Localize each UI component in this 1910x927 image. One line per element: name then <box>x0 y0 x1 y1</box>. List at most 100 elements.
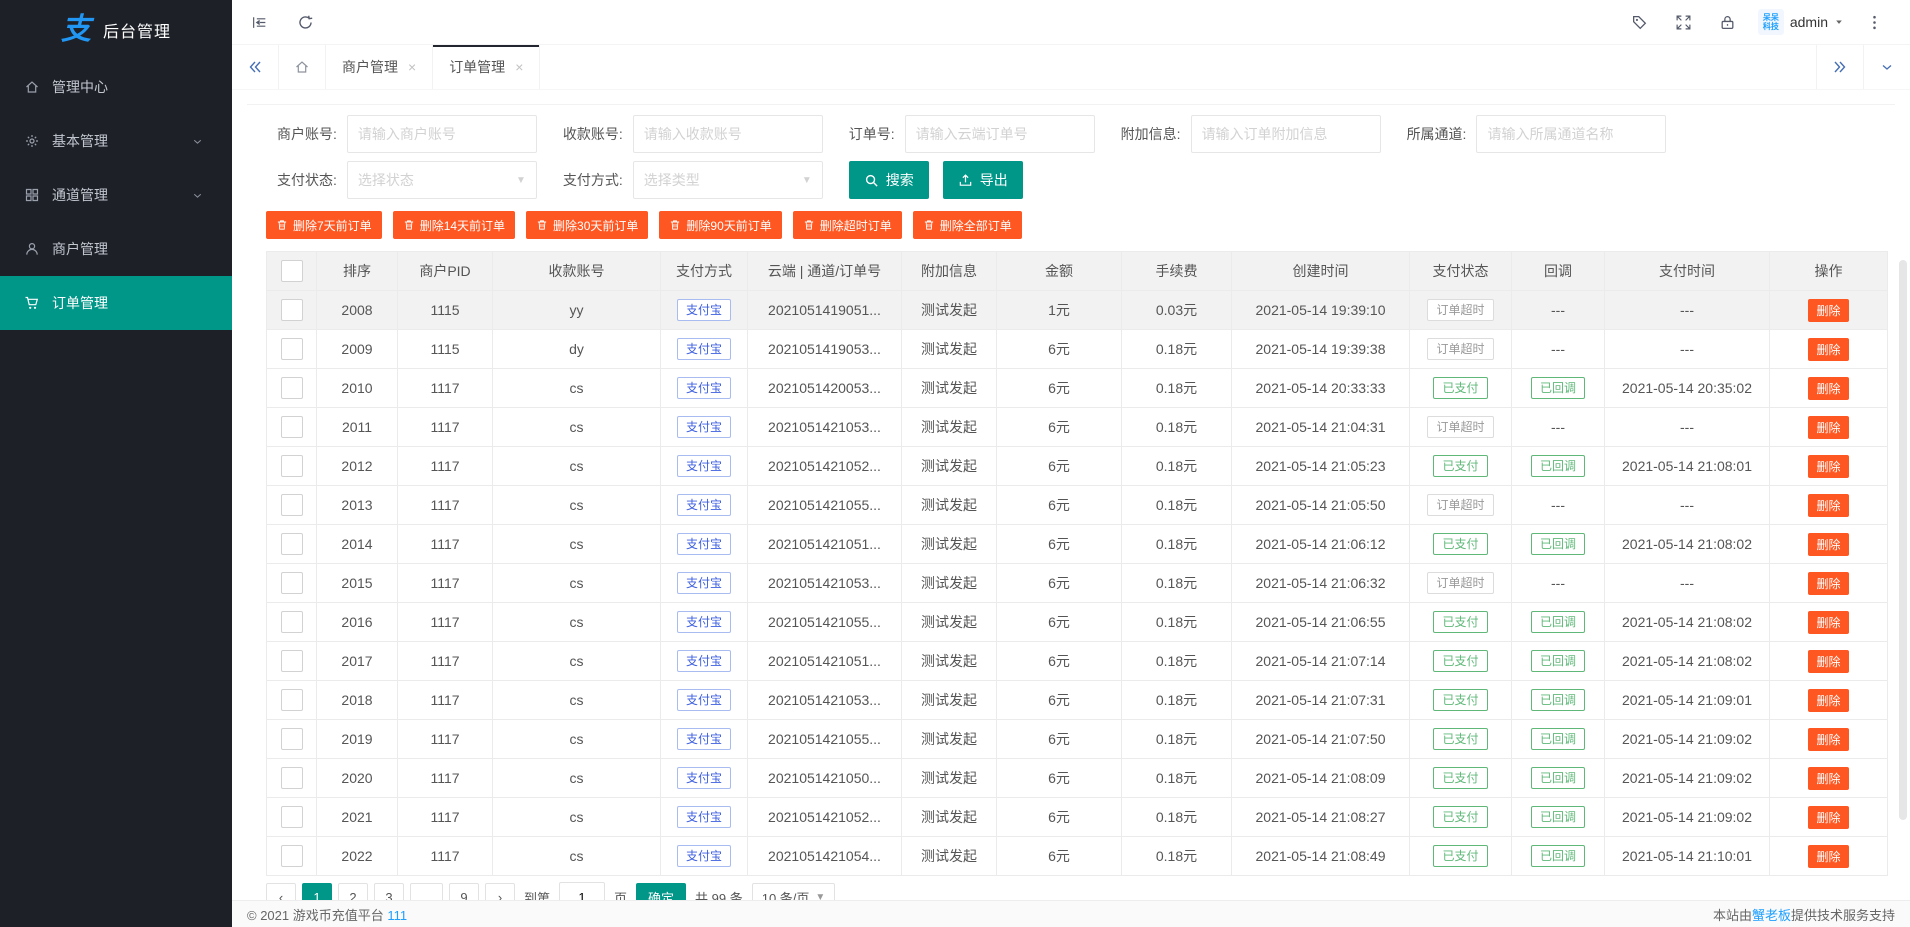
sidebar-item-basic-management[interactable]: 基本管理 <box>0 114 232 168</box>
filter-group-order-no: 订单号: <box>849 115 1095 153</box>
row-checkbox[interactable] <box>281 533 303 555</box>
row-delete-button[interactable]: 删除 <box>1808 416 1848 439</box>
more-menu-icon[interactable] <box>1856 0 1892 44</box>
refresh-icon[interactable] <box>282 0 328 44</box>
cell-fee: 0.18元 <box>1122 837 1232 876</box>
tab-merchant[interactable]: 商户管理 × <box>326 45 433 89</box>
footer-site-link[interactable]: 111 <box>387 908 407 923</box>
merchant-account-input[interactable] <box>347 115 537 153</box>
sidebar-item-admin-center[interactable]: 管理中心 <box>0 60 232 114</box>
filter-group-payee-account: 收款账号: <box>563 115 823 153</box>
row-checkbox[interactable] <box>281 806 303 828</box>
row-delete-button[interactable]: 删除 <box>1808 611 1848 634</box>
sidebar-item-merchant-management[interactable]: 商户管理 <box>0 222 232 276</box>
row-delete-button[interactable]: 删除 <box>1808 338 1848 361</box>
cell-pid: 1117 <box>398 525 493 564</box>
del-30d-button[interactable]: 删除30天前订单 <box>526 211 648 239</box>
page-jump-input[interactable] <box>559 882 605 900</box>
extra-info-input[interactable] <box>1191 115 1381 153</box>
row-delete-button[interactable]: 删除 <box>1808 455 1848 478</box>
cell-pid: 1117 <box>398 759 493 798</box>
collapse-sidebar-icon[interactable] <box>236 0 282 44</box>
fullscreen-icon[interactable] <box>1666 0 1702 44</box>
page-button-9[interactable]: 9 <box>449 883 479 900</box>
export-button[interactable]: 导出 <box>943 161 1023 199</box>
sidebar-item-channel-management[interactable]: 通道管理 <box>0 168 232 222</box>
caret-down-icon <box>1834 17 1844 27</box>
row-checkbox[interactable] <box>281 416 303 438</box>
page-next-button[interactable]: › <box>485 883 515 900</box>
row-delete-button[interactable]: 删除 <box>1808 767 1848 790</box>
row-checkbox[interactable] <box>281 338 303 360</box>
tabs-dropdown-icon[interactable] <box>1863 45 1910 89</box>
cell-sort: 2009 <box>317 330 398 369</box>
cell-created: 2021-05-14 21:08:49 <box>1232 837 1410 876</box>
pay-status-badge: 订单超时 <box>1427 338 1493 360</box>
order-no-input[interactable] <box>905 115 1095 153</box>
row-delete-button[interactable]: 删除 <box>1808 299 1848 322</box>
row-delete-button[interactable]: 删除 <box>1808 494 1848 517</box>
sidebar: 支 后台管理 管理中心 基本管理 通道管理 商户管理 订单管理 <box>0 0 232 927</box>
row-delete-button[interactable]: 删除 <box>1808 728 1848 751</box>
del-timeout-button[interactable]: 删除超时订单 <box>793 211 902 239</box>
vertical-scrollbar[interactable] <box>1899 260 1907 820</box>
page-button-2[interactable]: 2 <box>338 883 368 900</box>
pay-method-select[interactable]: 选择类型 ▼ <box>633 161 823 199</box>
close-icon[interactable]: × <box>408 59 416 75</box>
filter-selects: 支付状态: 选择状态 ▼ 支付方式: 选择类型 ▼ <box>277 161 849 199</box>
row-delete-button[interactable]: 删除 <box>1808 533 1848 556</box>
channel-input[interactable] <box>1476 115 1666 153</box>
row-delete-button[interactable]: 删除 <box>1808 845 1848 868</box>
row-checkbox[interactable] <box>281 377 303 399</box>
pay-status-select[interactable]: 选择状态 ▼ <box>347 161 537 199</box>
row-delete-button[interactable]: 删除 <box>1808 806 1848 829</box>
page-prev-button[interactable]: ‹ <box>266 883 296 900</box>
tab-order[interactable]: 订单管理 × <box>433 45 540 89</box>
pay-method-badge: 支付宝 <box>677 611 731 633</box>
row-checkbox[interactable] <box>281 689 303 711</box>
tabs-collapse-left-icon[interactable] <box>232 45 279 89</box>
page-button-…[interactable]: … <box>410 883 443 900</box>
pay-status-badge: 已支付 <box>1433 611 1487 633</box>
page-button-3[interactable]: 3 <box>374 883 404 900</box>
tag-icon[interactable] <box>1622 0 1658 44</box>
content: 商户账号: 收款账号: 订单号: 附加信息: 所属通道: 支付状态: 选择状态 … <box>232 90 1910 900</box>
payee-account-input[interactable] <box>633 115 823 153</box>
cell-paid-at: 2021-05-14 21:08:02 <box>1605 525 1770 564</box>
column-header: 手续费 <box>1122 252 1232 291</box>
row-checkbox[interactable] <box>281 767 303 789</box>
row-checkbox[interactable] <box>281 455 303 477</box>
lock-icon[interactable] <box>1710 0 1746 44</box>
row-checkbox[interactable] <box>281 572 303 594</box>
page-confirm-button[interactable]: 确定 <box>636 883 686 900</box>
select-all-checkbox[interactable] <box>281 260 303 282</box>
pay-method-badge: 支付宝 <box>677 572 731 594</box>
row-checkbox[interactable] <box>281 845 303 867</box>
caret-down-icon: ▼ <box>815 892 825 901</box>
row-checkbox[interactable] <box>281 650 303 672</box>
tabs-scroll-right-icon[interactable] <box>1816 45 1863 89</box>
page-button-1[interactable]: 1 <box>302 883 332 900</box>
sidebar-item-label: 通道管理 <box>52 185 108 205</box>
del-90d-button[interactable]: 删除90天前订单 <box>659 211 781 239</box>
del-14d-button[interactable]: 删除14天前订单 <box>393 211 515 239</box>
page-size-select[interactable]: 10 条/页▼ <box>752 883 836 900</box>
row-checkbox[interactable] <box>281 728 303 750</box>
sidebar-item-order-management[interactable]: 订单管理 <box>0 276 232 330</box>
row-checkbox[interactable] <box>281 611 303 633</box>
del-7d-button[interactable]: 删除7天前订单 <box>266 211 382 239</box>
user-menu[interactable]: 呆呆 科技 admin <box>1754 9 1848 35</box>
footer-provider-link[interactable]: 蟹老板 <box>1752 908 1791 923</box>
close-icon[interactable]: × <box>515 59 523 75</box>
filter-label: 所属通道: <box>1407 124 1467 144</box>
home-tab-icon[interactable] <box>279 45 326 89</box>
row-delete-button[interactable]: 删除 <box>1808 650 1848 673</box>
tab-label: 商户管理 <box>342 57 398 77</box>
row-delete-button[interactable]: 删除 <box>1808 377 1848 400</box>
row-delete-button[interactable]: 删除 <box>1808 689 1848 712</box>
row-delete-button[interactable]: 删除 <box>1808 572 1848 595</box>
row-checkbox[interactable] <box>281 299 303 321</box>
row-checkbox[interactable] <box>281 494 303 516</box>
search-button[interactable]: 搜索 <box>849 161 929 199</box>
del-all-button[interactable]: 删除全部订单 <box>913 211 1022 239</box>
